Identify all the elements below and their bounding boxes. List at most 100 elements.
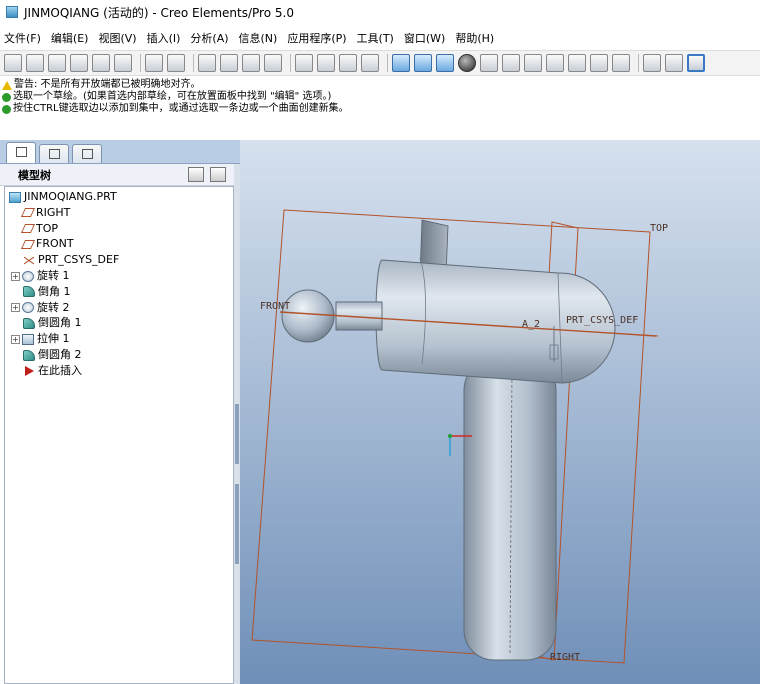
new-file-icon[interactable] <box>4 54 22 72</box>
saved-views-icon[interactable] <box>568 54 586 72</box>
repaint-icon[interactable] <box>392 54 410 72</box>
tree-item[interactable]: + 旋转 2 <box>11 300 70 316</box>
shading-icon[interactable] <box>643 54 661 72</box>
tree-item[interactable]: + 旋转 1 <box>11 268 70 284</box>
no-hidden-icon[interactable] <box>687 54 705 72</box>
layers-icon[interactable] <box>590 54 608 72</box>
menu-item[interactable]: 分析(A) <box>190 30 228 46</box>
message-text: 按住CTRL键选取边以添加到集中，或通过选取一条边或一个曲面创建新集。 <box>13 103 349 114</box>
round-icon <box>23 349 35 361</box>
show-filter-icon[interactable] <box>210 167 226 182</box>
expand-icon[interactable]: + <box>11 271 20 281</box>
message-text: 警告: 不是所有开放端都已被明确地对齐。 <box>14 79 201 90</box>
toolbar-separator <box>290 54 291 72</box>
orient-icon[interactable] <box>436 54 454 72</box>
datum-plane-icon <box>20 208 36 218</box>
zoom-in-icon[interactable] <box>480 54 498 72</box>
select-box-icon[interactable] <box>361 54 379 72</box>
refit-icon[interactable] <box>524 54 542 72</box>
tree-item-label: RIGHT <box>36 205 71 219</box>
tree-item-label: 旋转 1 <box>37 269 70 282</box>
paste-special-icon[interactable] <box>264 54 282 72</box>
tree-item-label: 倒角 1 <box>38 284 71 298</box>
view-manager-icon[interactable] <box>612 54 630 72</box>
menu-bar: 文件(F) 编辑(E) 视图(V) 插入(I) 分析(A) 信息(N) 应用程序(P) 工具(… <box>0 28 760 48</box>
menu-item[interactable]: 工具(T) <box>357 30 394 46</box>
message-area: 警告: 不是所有开放端都已被明确地对齐。 选取一个草绘。(如果首选内部草绘，可在放… <box>0 78 760 140</box>
tree-item[interactable]: + 拉伸 1 <box>11 331 70 347</box>
part-icon <box>9 191 21 203</box>
graphics-window[interactable]: TOP FRONT RIGHT A_2 PRT_CSYS_DEF <box>240 140 760 684</box>
model-tree-header: 模型树 <box>0 164 240 186</box>
tree-item-label: JINMOQIANG.PRT <box>24 190 117 203</box>
arrow-right-icon <box>2 92 11 102</box>
save-icon[interactable] <box>48 54 66 72</box>
datum-plane-icon <box>20 239 36 249</box>
tree-item[interactable]: PRT_CSYS_DEF <box>23 252 119 268</box>
menu-item[interactable]: 视图(V) <box>98 30 136 46</box>
main-toolbar <box>0 50 760 76</box>
menu-item[interactable]: 信息(N) <box>239 30 278 46</box>
spin-center-icon[interactable] <box>414 54 432 72</box>
reorient-icon[interactable] <box>546 54 564 72</box>
tree-item[interactable]: TOP <box>20 221 59 237</box>
appearance-icon[interactable] <box>458 54 476 72</box>
expand-icon[interactable]: + <box>11 303 20 313</box>
chamfer-icon <box>23 286 35 298</box>
menu-item[interactable]: 编辑(E) <box>51 30 89 46</box>
massage-ball[interactable] <box>281 289 335 343</box>
tree-item[interactable]: JINMOQIANG.PRT <box>9 189 117 205</box>
hidden-line-icon[interactable] <box>665 54 683 72</box>
menu-item[interactable]: 窗口(W) <box>404 30 445 46</box>
tree-item-label: 在此插入 <box>38 363 82 377</box>
splitter-grip[interactable] <box>235 484 239 564</box>
folder-browser-tab[interactable] <box>39 144 69 163</box>
tree-item[interactable]: 倒圆角 2 <box>23 347 82 363</box>
copy-icon[interactable] <box>220 54 238 72</box>
print-preview-icon[interactable] <box>92 54 110 72</box>
model-tree: JINMOQIANG.PRT RIGHT TOP FRONT PRT_CSYS_DEF +… <box>4 186 234 684</box>
regenerate-icon[interactable] <box>295 54 313 72</box>
arrow-right-icon <box>2 104 11 114</box>
open-file-icon[interactable] <box>26 54 44 72</box>
tree-item-label: TOP <box>36 221 59 235</box>
favorites-tab[interactable] <box>72 144 102 163</box>
print-icon[interactable] <box>70 54 88 72</box>
toolbar-separator <box>387 54 388 72</box>
splitter-grip[interactable] <box>235 404 239 464</box>
star-folder-icon <box>82 149 93 159</box>
model-tree-title: 模型树 <box>18 168 51 182</box>
menu-item[interactable]: 插入(I) <box>147 30 181 46</box>
tree-item[interactable]: 倒圆角 1 <box>23 315 82 331</box>
revolve-icon <box>22 302 34 314</box>
settings-icon[interactable] <box>188 167 204 182</box>
zoom-out-icon[interactable] <box>502 54 520 72</box>
folder-icon <box>49 149 60 159</box>
app-icon <box>6 6 18 18</box>
menu-item[interactable]: 文件(F) <box>4 30 41 46</box>
tree-item-label: FRONT <box>36 237 74 251</box>
paste-icon[interactable] <box>242 54 260 72</box>
tree-header-tools <box>182 167 226 182</box>
regenerate-manager-icon[interactable] <box>317 54 335 72</box>
tree-item[interactable]: 在此插入 <box>23 363 82 379</box>
tree-item[interactable]: RIGHT <box>20 205 71 221</box>
model-tree-tab[interactable] <box>6 142 36 163</box>
tree-item[interactable]: FRONT <box>20 236 74 252</box>
email-icon[interactable] <box>114 54 132 72</box>
menu-item[interactable]: 应用程序(P) <box>287 30 346 46</box>
redo-icon[interactable] <box>167 54 185 72</box>
label-front: FRONT <box>260 301 290 312</box>
cut-icon[interactable] <box>198 54 216 72</box>
label-right: RIGHT <box>550 652 580 663</box>
insert-here-icon <box>25 365 34 376</box>
tree-item[interactable]: 倒角 1 <box>23 284 71 300</box>
toolbar-separator <box>193 54 194 72</box>
window-title: JINMOQIANG (活动的) - Creo Elements/Pro 5.0 <box>24 5 294 20</box>
find-icon[interactable] <box>339 54 357 72</box>
menu-item[interactable]: 帮助(H) <box>455 30 494 46</box>
expand-icon[interactable]: + <box>11 334 20 344</box>
toolbar-separator <box>638 54 639 72</box>
tree-icon <box>16 147 27 157</box>
undo-icon[interactable] <box>145 54 163 72</box>
